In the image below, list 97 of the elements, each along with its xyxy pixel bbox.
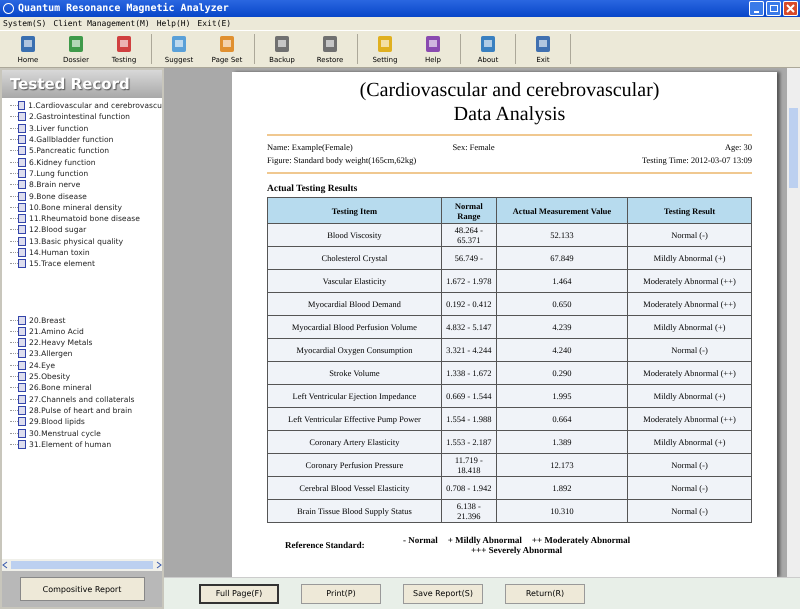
table-cell: 0.669 - 1.544 [441, 384, 496, 408]
reference-label: Reference Standard: [285, 540, 365, 552]
report-title: (Cardiovascular and cerebrovascular) [358, 78, 660, 102]
column-header: Normal Range [441, 198, 496, 224]
table-cell: Normal (-) [628, 500, 752, 522]
table-cell: 1.672 - 1.978 [441, 270, 496, 292]
table-cell: 0.650 [496, 292, 628, 316]
toolbar-icon [18, 34, 38, 54]
table-cell: Left Ventricular Ejection Impedance [268, 384, 442, 408]
report-subtitle: Data Analysis [452, 102, 566, 126]
table-cell: Vascular Elasticity [268, 270, 442, 292]
toolbar-icon [272, 34, 292, 54]
restore-button[interactable] [766, 1, 781, 16]
action-button[interactable]: Save Report(S) [403, 584, 483, 604]
table-cell: Myocardial Blood Perfusion Volume [268, 316, 442, 338]
table-cell: 6.138 - 21.396 [441, 500, 496, 522]
patient-age: Age: 30 [724, 141, 752, 154]
reference-item: + Mildly Abnormal [448, 535, 522, 545]
table-cell: Left Ventricular Effective Pump Power [268, 408, 442, 430]
toolbar-icon [533, 34, 553, 54]
window-title: Quantum Resonance Magnetic Analyzer [18, 3, 229, 14]
table-cell: Coronary Artery Elasticity [268, 430, 442, 454]
table-cell: 4.239 [496, 316, 628, 338]
table-cell: Myocardial Oxygen Consumption [268, 338, 442, 362]
table-cell: Normal (-) [628, 338, 752, 362]
reference-item: - Normal [403, 535, 438, 545]
table-cell: 0.664 [496, 408, 628, 430]
table-cell: Brain Tissue Blood Supply Status [268, 500, 442, 522]
table-cell: 1.553 - 2.187 [441, 430, 496, 454]
table-cell: 52.133 [496, 224, 628, 246]
table-cell: 0.192 - 0.412 [441, 292, 496, 316]
table-cell: 4.832 - 5.147 [441, 316, 496, 338]
table-cell: Cholesterol Crystal [268, 246, 442, 270]
action-button[interactable]: Full Page(F) [199, 584, 279, 604]
table-cell: 4.240 [496, 338, 628, 362]
action-button[interactable]: Print(P) [301, 584, 381, 604]
minimize-button[interactable] [749, 1, 764, 16]
toolbar-icon [478, 34, 498, 54]
table-cell: Myocardial Blood Demand [268, 292, 442, 316]
table-cell: 1.389 [496, 430, 628, 454]
table-cell: Normal (-) [628, 224, 752, 246]
menu-item[interactable]: Exit(E) [197, 19, 232, 28]
table-cell: Mildly Abnormal (+) [628, 246, 752, 270]
table-cell: Moderately Abnormal (++) [628, 270, 752, 292]
table-cell: Normal (-) [628, 454, 752, 476]
table-cell: 0.708 - 1.942 [441, 476, 496, 500]
reference-item: +++ Severely Abnormal [470, 545, 562, 555]
patient-figure: Figure: Standard body weight(165cm,62kg) [267, 154, 418, 167]
table-cell: 3.321 - 4.244 [441, 338, 496, 362]
table-cell: Blood Viscosity [268, 224, 442, 246]
table-cell: Mildly Abnormal (+) [628, 384, 752, 408]
table-cell: Mildly Abnormal (+) [628, 430, 752, 454]
horizontal-scrollbar[interactable] [2, 559, 162, 571]
column-header: Testing Item [268, 198, 442, 224]
table-cell: Stroke Volume [268, 362, 442, 384]
table-cell: Moderately Abnormal (++) [628, 408, 752, 430]
action-button[interactable]: Return(R) [505, 584, 585, 604]
toolbar-icon [423, 34, 443, 54]
toolbar-icon [169, 34, 189, 54]
table-cell: Normal (-) [628, 476, 752, 500]
table-cell: 1.464 [496, 270, 628, 292]
table-cell: Mildly Abnormal (+) [628, 316, 752, 338]
toolbar-icon [375, 34, 395, 54]
toolbar-icon [114, 34, 134, 54]
table-cell: 0.290 [496, 362, 628, 384]
reference-item: ++ Moderately Abnormal [532, 535, 630, 545]
patient-name: Name: Example(Female) [267, 141, 354, 154]
table-cell: Moderately Abnormal (++) [628, 362, 752, 384]
patient-sex: Sex: Female [452, 141, 496, 154]
table-cell: 56.749 - [441, 246, 496, 270]
close-button[interactable] [783, 1, 798, 16]
toolbar-icon [320, 34, 340, 54]
table-cell: Coronary Perfusion Pressure [268, 454, 442, 476]
table-cell: 12.173 [496, 454, 628, 476]
compositive-report-button[interactable]: Compositive Report [20, 577, 144, 601]
table-cell: 1.338 - 1.672 [441, 362, 496, 384]
vertical-scrollbar[interactable] [787, 68, 800, 577]
table-cell: 11.719 - 18.418 [441, 454, 496, 476]
toolbar-icon [66, 34, 86, 54]
menu-item[interactable]: Client Management(M) [53, 19, 150, 28]
table-cell: 1.892 [496, 476, 628, 500]
toolbar-icon [217, 34, 237, 54]
table-cell: 1.554 - 1.988 [441, 408, 496, 430]
table-cell: 48.264 - 65.371 [441, 224, 496, 246]
app-icon [3, 3, 14, 14]
table-cell: 1.995 [496, 384, 628, 408]
section-heading: Actual Testing Results [267, 184, 358, 194]
sidebar-header: Tested Record [2, 70, 162, 98]
menu-item[interactable]: Help(H) [156, 19, 190, 28]
testing-time: Testing Time: 2012-03-07 13:09 [640, 154, 752, 167]
table-cell: Moderately Abnormal (++) [628, 292, 752, 316]
column-header: Testing Result [628, 198, 752, 224]
column-header: Actual Measurement Value [496, 198, 628, 224]
table-cell: 10.310 [496, 500, 628, 522]
table-cell: 67.849 [496, 246, 628, 270]
menu-item[interactable]: System(S) [3, 19, 46, 28]
table-cell: Cerebral Blood Vessel Elasticity [268, 476, 442, 500]
